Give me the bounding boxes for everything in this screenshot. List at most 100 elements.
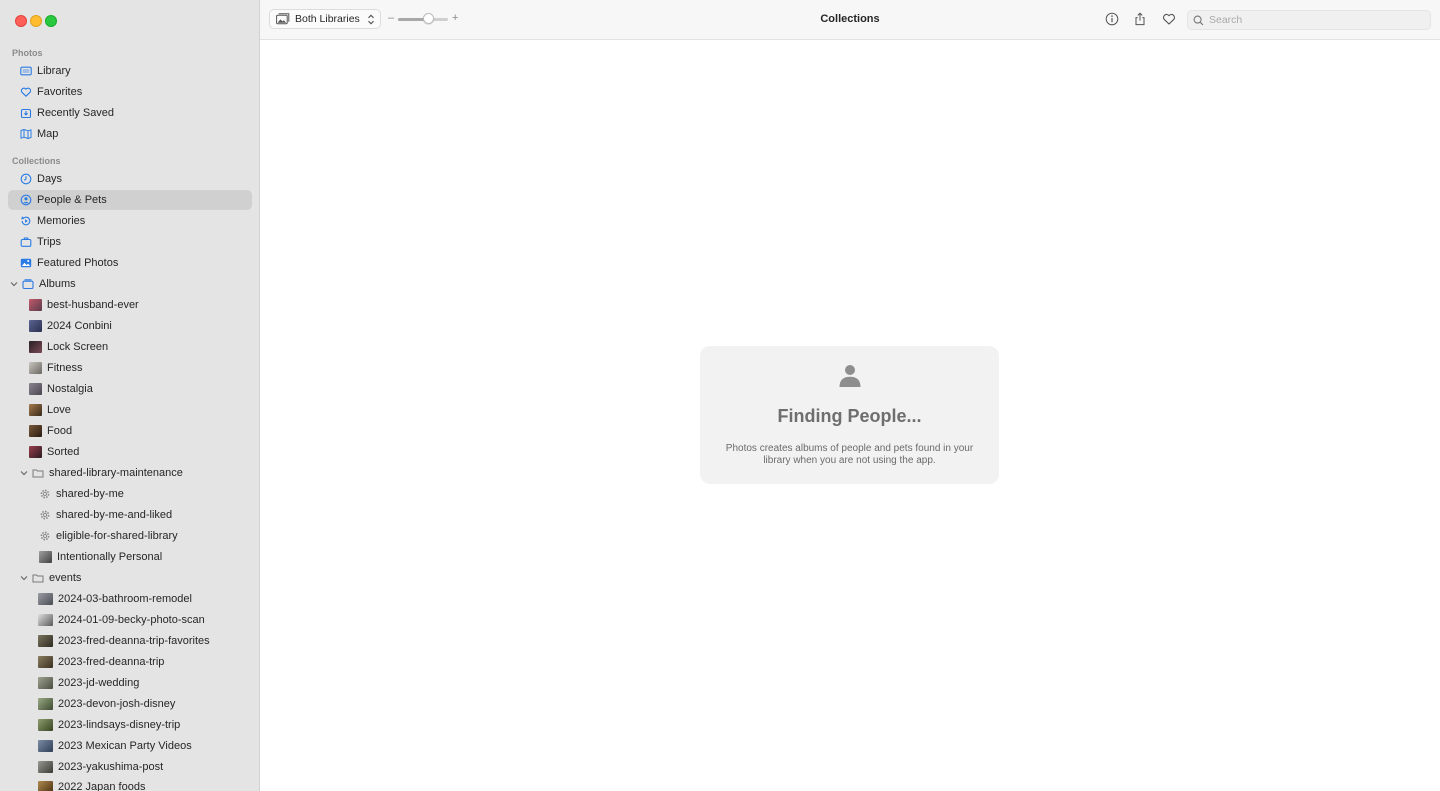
album-item[interactable]: 2023 Mexican Party Videos bbox=[8, 736, 252, 756]
zoom-in-button[interactable]: + bbox=[452, 12, 458, 24]
album-item[interactable]: 2023-fred-deanna-trip-favorites bbox=[8, 631, 252, 651]
album-label: Love bbox=[47, 404, 71, 416]
sidebar-item-people-pets[interactable]: People & Pets bbox=[8, 190, 252, 210]
album-thumbnail bbox=[38, 635, 53, 647]
album-label: Sorted bbox=[47, 446, 80, 458]
sidebar: Photos Library Favorites Recently Saved … bbox=[0, 0, 260, 791]
album-item[interactable]: Food bbox=[8, 421, 252, 441]
suitcase-icon bbox=[20, 236, 32, 248]
album-label: 2023 Mexican Party Videos bbox=[58, 740, 192, 752]
sidebar-item-albums[interactable]: Albums bbox=[8, 274, 252, 294]
album-item[interactable]: Love bbox=[8, 400, 252, 420]
folder-label: events bbox=[49, 572, 82, 584]
close-window-button[interactable] bbox=[15, 15, 27, 27]
zoom-slider-knob[interactable] bbox=[422, 13, 434, 24]
album-label: 2023-devon-josh-disney bbox=[58, 698, 176, 710]
info-icon bbox=[1105, 12, 1119, 26]
sidebar-section-photos: Photos bbox=[12, 48, 43, 58]
toolbar: Both Libraries – + Collections bbox=[260, 0, 1440, 40]
sidebar-item-recently-saved[interactable]: Recently Saved bbox=[8, 103, 252, 123]
album-thumbnail bbox=[38, 593, 53, 605]
album-item[interactable]: 2024 Conbini bbox=[8, 316, 252, 336]
album-item[interactable]: 2023-jd-wedding bbox=[8, 673, 252, 693]
album-item[interactable]: 2023-devon-josh-disney bbox=[8, 694, 252, 714]
album-item[interactable]: 2022 Japan foods bbox=[8, 777, 252, 791]
smart-album-item[interactable]: eligible-for-shared-library bbox=[8, 526, 252, 546]
main-content: Finding People... Photos creates albums … bbox=[260, 40, 1440, 791]
gear-icon bbox=[39, 509, 51, 521]
album-item[interactable]: Intentionally Personal bbox=[8, 547, 252, 567]
library-icon bbox=[20, 65, 32, 77]
album-label: shared-by-me bbox=[56, 488, 124, 500]
album-thumbnail bbox=[29, 320, 42, 332]
album-label: shared-by-me-and-liked bbox=[56, 509, 173, 521]
chevron-down-icon[interactable] bbox=[9, 279, 19, 289]
album-thumbnail bbox=[38, 614, 53, 626]
sidebar-item-featured-photos[interactable]: Featured Photos bbox=[8, 253, 252, 273]
album-label: best-husband-ever bbox=[47, 299, 139, 311]
album-item[interactable]: Sorted bbox=[8, 442, 252, 462]
sidebar-item-label: Albums bbox=[39, 278, 76, 290]
zoom-out-button[interactable]: – bbox=[388, 12, 394, 24]
album-item[interactable]: Lock Screen bbox=[8, 337, 252, 357]
sidebar-item-favorites[interactable]: Favorites bbox=[8, 82, 252, 102]
map-icon bbox=[20, 128, 32, 140]
sidebar-folder-shared-library-maintenance[interactable]: shared-library-maintenance bbox=[8, 463, 252, 483]
album-label: 2024-03-bathroom-remodel bbox=[58, 593, 192, 605]
sidebar-item-label: Memories bbox=[37, 215, 86, 227]
album-item[interactable]: 2024-01-09-becky-photo-scan bbox=[8, 610, 252, 630]
album-label: 2024 Conbini bbox=[47, 320, 112, 332]
favorite-button[interactable] bbox=[1161, 11, 1177, 27]
sidebar-item-label: People & Pets bbox=[37, 194, 107, 206]
album-thumbnail bbox=[29, 446, 42, 458]
album-thumbnail bbox=[29, 299, 42, 311]
album-thumbnail bbox=[38, 761, 53, 773]
search-field[interactable] bbox=[1187, 10, 1431, 30]
sidebar-item-days[interactable]: Days bbox=[8, 169, 252, 189]
maximize-window-button[interactable] bbox=[45, 15, 57, 27]
share-button[interactable] bbox=[1132, 11, 1148, 27]
album-label: 2023-jd-wedding bbox=[58, 677, 140, 689]
album-item[interactable]: 2023-lindsays-disney-trip bbox=[8, 715, 252, 735]
album-item[interactable]: 2024-03-bathroom-remodel bbox=[8, 589, 252, 609]
smart-album-item[interactable]: shared-by-me bbox=[8, 484, 252, 504]
minimize-window-button[interactable] bbox=[30, 15, 42, 27]
search-icon bbox=[1193, 15, 1204, 26]
sidebar-folder-events[interactable]: events bbox=[8, 568, 252, 588]
album-item[interactable]: 2023-fred-deanna-trip bbox=[8, 652, 252, 672]
finding-people-title: Finding People... bbox=[777, 406, 922, 426]
album-thumbnail bbox=[29, 341, 42, 353]
sidebar-section-collections: Collections bbox=[12, 156, 61, 166]
folder-icon bbox=[32, 572, 44, 584]
photos-window: Photos Library Favorites Recently Saved … bbox=[0, 0, 1440, 791]
chevron-down-icon[interactable] bbox=[19, 573, 29, 583]
album-item[interactable]: Fitness bbox=[8, 358, 252, 378]
album-label: 2023-lindsays-disney-trip bbox=[58, 719, 181, 731]
album-thumbnail bbox=[38, 656, 53, 668]
photo-library-icon bbox=[276, 13, 290, 25]
finding-people-description: Photos creates albums of people and pets… bbox=[725, 443, 974, 466]
album-item[interactable]: 2023-yakushima-post bbox=[8, 757, 252, 777]
album-thumbnail bbox=[38, 698, 53, 710]
sidebar-item-label: Trips bbox=[37, 236, 62, 248]
smart-album-item[interactable]: shared-by-me-and-liked bbox=[8, 505, 252, 525]
album-label: 2024-01-09-becky-photo-scan bbox=[58, 614, 205, 626]
album-thumbnail bbox=[29, 362, 42, 374]
sidebar-item-label: Featured Photos bbox=[37, 257, 119, 269]
library-picker[interactable]: Both Libraries bbox=[269, 9, 381, 29]
sidebar-item-trips[interactable]: Trips bbox=[8, 232, 252, 252]
album-item[interactable]: best-husband-ever bbox=[8, 295, 252, 315]
folder-label: shared-library-maintenance bbox=[49, 467, 183, 479]
sidebar-item-memories[interactable]: Memories bbox=[8, 211, 252, 231]
album-label: 2023-yakushima-post bbox=[58, 761, 164, 773]
album-label: Intentionally Personal bbox=[57, 551, 163, 563]
search-input[interactable] bbox=[1209, 14, 1409, 26]
album-label: Nostalgia bbox=[47, 383, 93, 395]
sidebar-item-library[interactable]: Library bbox=[8, 61, 252, 81]
info-button[interactable] bbox=[1104, 11, 1120, 27]
album-item[interactable]: Nostalgia bbox=[8, 379, 252, 399]
library-picker-label: Both Libraries bbox=[295, 13, 360, 25]
chevron-down-icon[interactable] bbox=[19, 468, 29, 478]
sidebar-item-map[interactable]: Map bbox=[8, 124, 252, 144]
sidebar-item-label: Days bbox=[37, 173, 63, 185]
